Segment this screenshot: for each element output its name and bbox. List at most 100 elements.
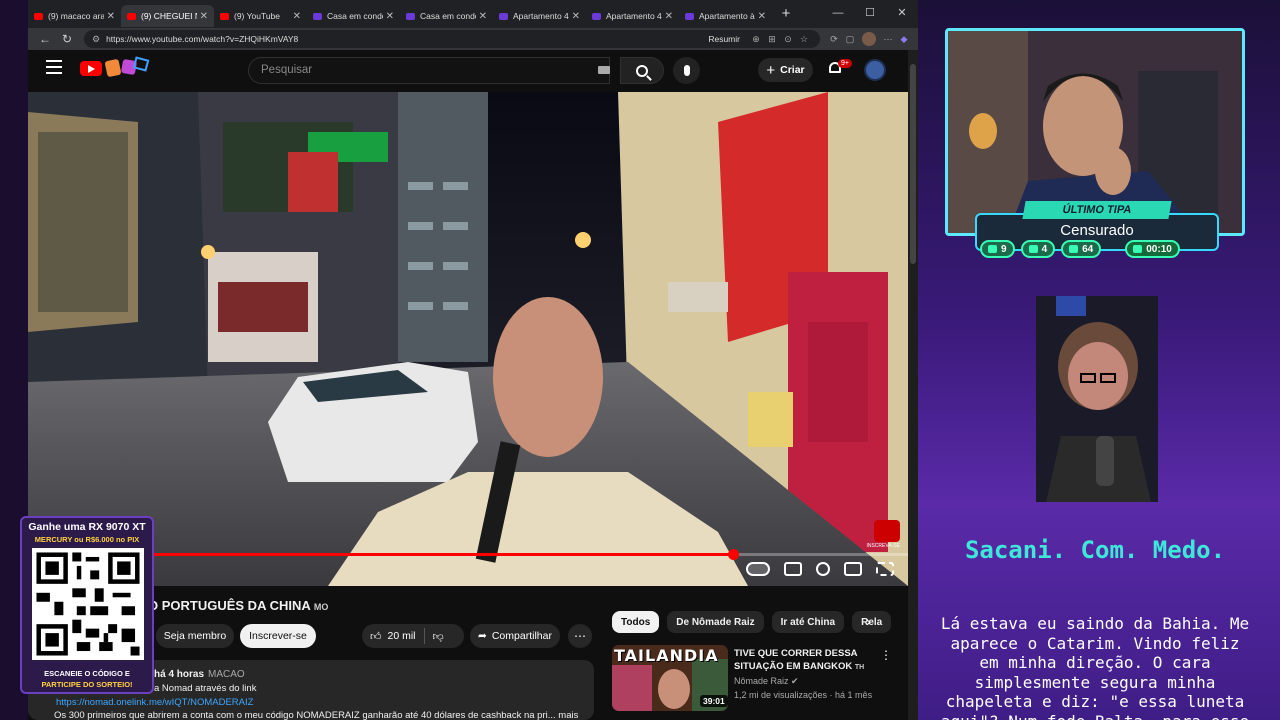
- country-code-label: MO: [313, 602, 329, 612]
- tab-6[interactable]: Apartamento 4 quartos✕: [586, 5, 679, 27]
- captions-icon[interactable]: [784, 562, 802, 576]
- share-button[interactable]: ➦ Compartilhar: [470, 624, 560, 648]
- chat-alert-username: Sacani. Com. Medo.: [964, 536, 1226, 564]
- join-membership-button[interactable]: Seja membro: [156, 624, 234, 648]
- settings-gear-icon[interactable]: [816, 562, 830, 576]
- more-vert-icon[interactable]: ⋮: [880, 648, 892, 662]
- description-link[interactable]: https://nomad.onelink.me/wIQT/NOMADERAIZ: [56, 697, 253, 708]
- close-icon[interactable]: ✕: [665, 11, 673, 22]
- summarize-button[interactable]: Resumir: [708, 34, 740, 44]
- recommendation-channel[interactable]: Nômade Raiz ✔: [734, 676, 799, 687]
- new-tab-button[interactable]: +: [776, 4, 796, 24]
- tab-3[interactable]: Casa em condomínio✕: [307, 5, 400, 27]
- recommendation-stats: 1,2 mi de visualizações · há 1 mês: [734, 690, 873, 700]
- profile-avatar[interactable]: [862, 32, 876, 46]
- guest-webcam: [1036, 296, 1158, 502]
- theater-mode-icon[interactable]: [844, 562, 862, 576]
- chat-alert-message: Lá estava eu saindo da Bahia. Me aparece…: [940, 614, 1250, 720]
- recommendation-title[interactable]: TIVE QUE CORRER DESSA SITUAÇÃO EM BANGKO…: [734, 647, 874, 674]
- close-icon[interactable]: ✕: [293, 11, 301, 22]
- tab-1[interactable]: (9) CHEGUEI NO✕: [121, 5, 214, 27]
- search-button[interactable]: [620, 57, 664, 84]
- close-window-icon[interactable]: ✕: [886, 0, 918, 28]
- chat-icon: [988, 245, 997, 253]
- close-icon[interactable]: ✕: [572, 11, 580, 22]
- stat-video: 4: [1020, 240, 1056, 258]
- tab-2[interactable]: (9) YouTube ✕: [214, 5, 307, 27]
- voice-search-button[interactable]: [673, 57, 700, 84]
- chip-related[interactable]: Rela: [852, 611, 892, 633]
- whatsapp-icon: [1133, 245, 1143, 253]
- link-icon: [1069, 245, 1079, 253]
- hamburger-menu-icon[interactable]: [46, 60, 62, 74]
- tab-bar: (9) macaco aranha✕ (9) CHEGUEI NO✕ (9) Y…: [28, 0, 918, 28]
- close-icon[interactable]: ✕: [386, 11, 394, 22]
- site-info-icon[interactable]: ⚙: [92, 34, 100, 45]
- youtube-header: Pesquisar + Criar 9+: [28, 50, 908, 90]
- create-button[interactable]: + Criar: [758, 58, 813, 82]
- more-actions-button[interactable]: ⋯: [568, 624, 592, 648]
- split-icon[interactable]: ▢: [842, 34, 858, 45]
- url-field[interactable]: ⚙ https://www.youtube.com/watch?v=ZHQiHK…: [84, 30, 820, 48]
- promo-cta-line1: ESCANEIE O CÓDIGO E: [44, 669, 130, 678]
- copilot-icon[interactable]: ◆: [896, 34, 912, 45]
- promo-subtitle: MERCURY ou R$6.000 no PIX: [34, 535, 140, 544]
- stream-stats: 9 4 64 00:10: [980, 240, 1180, 258]
- thumbnail-text: TAILANDIA: [614, 646, 719, 665]
- fullscreen-icon[interactable]: [876, 562, 894, 576]
- extension-icon-1[interactable]: [104, 58, 122, 78]
- back-icon[interactable]: ←: [34, 32, 56, 46]
- search-input[interactable]: Pesquisar: [248, 57, 610, 84]
- video-player[interactable]: 0 INSCREVA-SE: [28, 92, 908, 586]
- keyboard-icon[interactable]: [598, 66, 610, 74]
- chip-topic[interactable]: Ir até China: [771, 611, 845, 633]
- extensions-icon[interactable]: ⟳: [826, 34, 842, 45]
- dislike-icon[interactable]: 👎︎: [433, 630, 444, 643]
- reload-icon[interactable]: ↻: [56, 32, 78, 46]
- tab-5[interactable]: Apartamento 4 quartos✕: [493, 5, 586, 27]
- account-avatar[interactable]: [864, 59, 886, 81]
- stat-chat: 9: [980, 240, 1015, 258]
- maximize-icon[interactable]: ☐: [854, 0, 886, 28]
- chip-todos[interactable]: Todos: [612, 611, 660, 633]
- video-frame-street-scene: [28, 92, 908, 586]
- qr-code-icon[interactable]: [32, 548, 144, 660]
- scrollbar[interactable]: [908, 50, 918, 720]
- progress-bar[interactable]: [148, 549, 908, 560]
- like-count[interactable]: 20 mil: [388, 630, 416, 642]
- tab-7[interactable]: Apartamento à venda✕: [679, 5, 772, 27]
- autoplay-toggle[interactable]: [746, 562, 770, 576]
- subscribe-watermark-icon[interactable]: [874, 520, 900, 542]
- close-icon[interactable]: ✕: [479, 11, 487, 22]
- zoom-icon[interactable]: ⊙: [780, 34, 796, 45]
- close-icon[interactable]: ✕: [200, 11, 208, 22]
- video-duration-badge: 39:01: [700, 695, 728, 707]
- realestate-icon: [406, 12, 415, 20]
- close-icon[interactable]: ✕: [107, 11, 115, 22]
- menu-dots-icon[interactable]: ⋯: [880, 34, 896, 45]
- like-dislike-group: 👍︎ 20 mil 👎︎: [362, 624, 464, 648]
- promo-cta-line2: PARTICIPE DO SORTEIO!: [41, 680, 133, 689]
- filter-chips: Todos De Nômade Raiz Ir até China Rela: [612, 610, 892, 634]
- close-icon[interactable]: ✕: [758, 11, 766, 22]
- tab-0[interactable]: (9) macaco aranha✕: [28, 5, 121, 27]
- video-icon: [1028, 245, 1038, 253]
- install-icon[interactable]: ⊞: [764, 34, 780, 45]
- chip-channel[interactable]: De Nômade Raiz: [667, 611, 764, 633]
- browser-window: (9) macaco aranha✕ (9) CHEGUEI NO✕ (9) Y…: [28, 0, 918, 720]
- window-controls: — ☐ ✕: [822, 0, 918, 28]
- video-title: O PORTUGUÊS DA CHINA MO: [148, 598, 329, 613]
- youtube-logo-icon[interactable]: [80, 61, 102, 76]
- description-meta: há 4 horas MACAO: [154, 669, 245, 680]
- like-icon[interactable]: 👍︎: [370, 630, 382, 643]
- tab-4[interactable]: Casa em condomínio✕: [400, 5, 493, 27]
- translate-icon[interactable]: ⊕: [748, 34, 764, 45]
- realestate-icon: [313, 12, 322, 20]
- minimize-icon[interactable]: —: [822, 0, 854, 28]
- subscribe-watermark-label: INSCREVA-SE: [866, 543, 900, 549]
- scrollbar-thumb[interactable]: [910, 64, 916, 264]
- giveaway-promo: Ganhe uma RX 9070 XT MERCURY ou R$6.000 …: [20, 516, 154, 694]
- bookmark-star-icon[interactable]: ☆: [796, 34, 812, 45]
- chevron-right-icon[interactable]: ›: [866, 613, 871, 629]
- subscribe-button[interactable]: Inscrever-se: [240, 624, 316, 648]
